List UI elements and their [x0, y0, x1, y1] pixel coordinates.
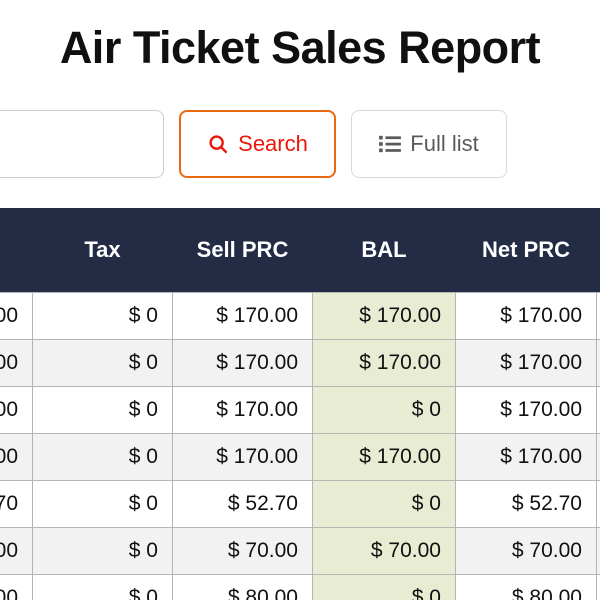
table-body: 00$ 0$ 170.00$ 170.00$ 170.00000$ 0$ 170… — [0, 292, 600, 600]
cell-net_prc: $ 170.00 — [455, 339, 597, 387]
cell-extra: 0 — [596, 386, 600, 434]
cell-net_prc: $ 170.00 — [455, 386, 597, 434]
table-row[interactable]: 00$ 0$ 170.00$ 170.00$ 170.000 — [0, 433, 600, 481]
cell-bal: $ 0 — [312, 480, 456, 528]
cell-bal: $ 170.00 — [312, 433, 456, 481]
column-header-extra[interactable] — [596, 208, 600, 293]
cell-sell_prc: $ 170.00 — [172, 433, 313, 481]
page-title: Air Ticket Sales Report — [59, 22, 541, 73]
full-list-button-label: Full list — [410, 131, 479, 156]
table-row[interactable]: 00$ 0$ 70.00$ 70.00$ 70.000 — [0, 527, 600, 575]
table-row[interactable]: 00$ 0$ 80.00$ 0$ 80.000 — [0, 574, 600, 600]
cell-tax: $ 0 — [32, 339, 173, 387]
cell-extra: 0 — [596, 339, 600, 387]
report-page: Air Ticket Sales Report Search Full list… — [0, 0, 600, 600]
column-header-amount[interactable]: t — [0, 208, 33, 293]
search-input[interactable] — [0, 110, 164, 178]
cell-amount: 00 — [0, 527, 33, 575]
cell-amount: 00 — [0, 292, 33, 340]
cell-net_prc: $ 170.00 — [455, 433, 597, 481]
cell-tax: $ 0 — [32, 574, 173, 600]
toolbar: Search Full list — [0, 110, 507, 178]
cell-net_prc: $ 52.70 — [455, 480, 597, 528]
search-icon — [207, 133, 229, 155]
cell-amount: 00 — [0, 574, 33, 600]
cell-net_prc: $ 170.00 — [455, 292, 597, 340]
sales-table: t Tax Sell PRC BAL Net PRC 00$ 0$ 170.00… — [0, 208, 600, 600]
cell-extra: 0 — [596, 292, 600, 340]
cell-sell_prc: $ 70.00 — [172, 527, 313, 575]
column-header-bal[interactable]: BAL — [312, 208, 456, 293]
full-list-button[interactable]: Full list — [351, 110, 507, 178]
cell-extra: 0 — [596, 574, 600, 600]
list-icon — [379, 134, 402, 154]
table-row[interactable]: 00$ 0$ 170.00$ 0$ 170.000 — [0, 386, 600, 434]
table-head: t Tax Sell PRC BAL Net PRC — [0, 208, 600, 293]
search-button-label: Search — [238, 131, 308, 156]
table-header-row: t Tax Sell PRC BAL Net PRC — [0, 208, 600, 293]
cell-extra: 0 — [596, 480, 600, 528]
sales-table-container: t Tax Sell PRC BAL Net PRC 00$ 0$ 170.00… — [0, 208, 600, 600]
search-button[interactable]: Search — [179, 110, 336, 178]
cell-bal: $ 170.00 — [312, 292, 456, 340]
cell-extra: 0 — [596, 527, 600, 575]
cell-sell_prc: $ 170.00 — [172, 292, 313, 340]
cell-sell_prc: $ 80.00 — [172, 574, 313, 600]
cell-bal: $ 170.00 — [312, 339, 456, 387]
cell-amount: 70 — [0, 480, 33, 528]
cell-tax: $ 0 — [32, 527, 173, 575]
cell-amount: 00 — [0, 386, 33, 434]
cell-bal: $ 0 — [312, 386, 456, 434]
cell-amount: 00 — [0, 339, 33, 387]
cell-tax: $ 0 — [32, 480, 173, 528]
cell-extra: 0 — [596, 433, 600, 481]
cell-tax: $ 0 — [32, 433, 173, 481]
cell-net_prc: $ 80.00 — [455, 574, 597, 600]
column-header-net-prc[interactable]: Net PRC — [455, 208, 597, 293]
cell-net_prc: $ 70.00 — [455, 527, 597, 575]
cell-bal: $ 0 — [312, 574, 456, 600]
table-row[interactable]: 70$ 0$ 52.70$ 0$ 52.700 — [0, 480, 600, 528]
cell-bal: $ 70.00 — [312, 527, 456, 575]
cell-tax: $ 0 — [32, 292, 173, 340]
column-header-tax[interactable]: Tax — [32, 208, 173, 293]
cell-sell_prc: $ 170.00 — [172, 339, 313, 387]
cell-tax: $ 0 — [32, 386, 173, 434]
table-row[interactable]: 00$ 0$ 170.00$ 170.00$ 170.000 — [0, 339, 600, 387]
table-row[interactable]: 00$ 0$ 170.00$ 170.00$ 170.000 — [0, 292, 600, 340]
column-header-sell-prc[interactable]: Sell PRC — [172, 208, 313, 293]
cell-sell_prc: $ 52.70 — [172, 480, 313, 528]
cell-sell_prc: $ 170.00 — [172, 386, 313, 434]
cell-amount: 00 — [0, 433, 33, 481]
